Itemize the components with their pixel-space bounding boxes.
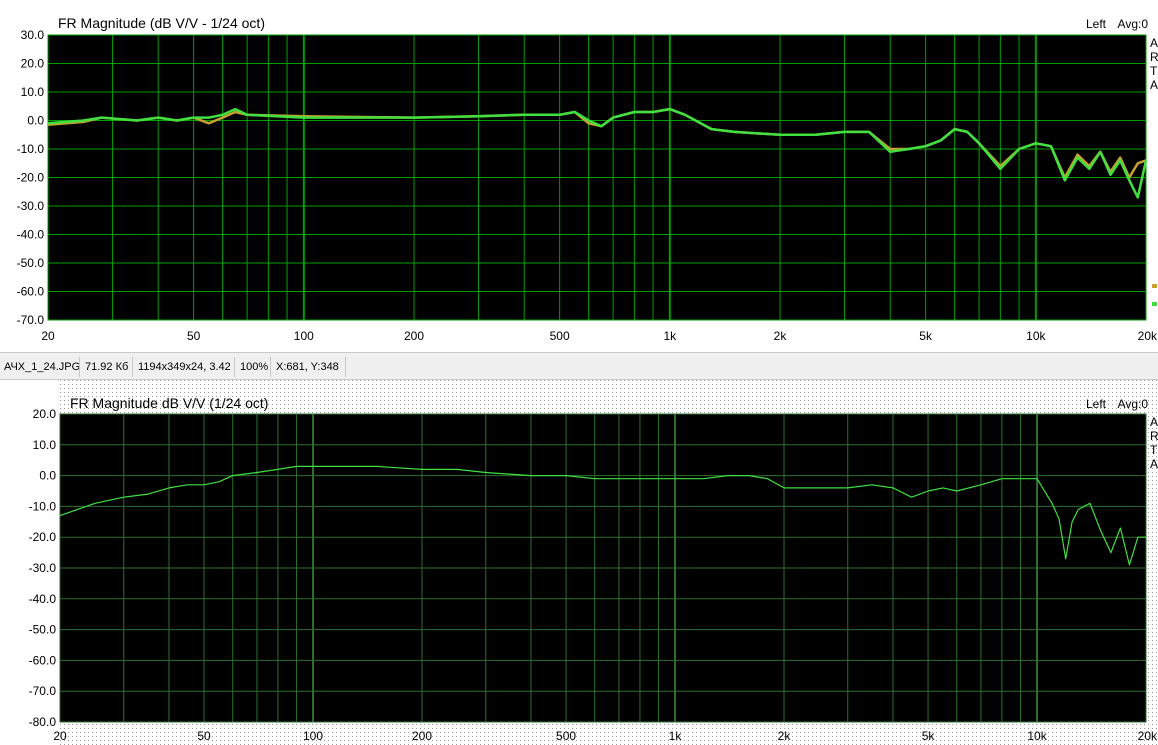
status-filename: АЧХ_1_24.JPG: [4, 361, 81, 373]
x-tick-label: 500: [550, 329, 570, 343]
y-tick-label: 0.0: [27, 114, 44, 128]
legend-edge-letter: R: [1150, 50, 1158, 64]
x-tick-label: 20k: [1138, 329, 1158, 343]
status-separator: [270, 357, 271, 377]
top-chart: 30.0 20.0 10.0 0.0 -10.0 -20.0 -30.0 -40.0 -50.0…: [17, 15, 1158, 343]
y-tick-label: -10.0: [29, 499, 57, 513]
x-tick-label: 200: [412, 729, 432, 743]
x-tick-label: 50: [187, 329, 201, 343]
y-tick-label: -20.0: [17, 171, 45, 185]
legend-marker: [1152, 284, 1157, 288]
y-tick-label: 30.0: [21, 28, 45, 42]
x-tick-label: 5k: [919, 329, 933, 343]
y-tick-label: -60.0: [17, 285, 45, 299]
status-separator: [234, 357, 235, 377]
x-tick-label: 10k: [1027, 729, 1047, 743]
x-tick-label: 1k: [669, 729, 683, 743]
y-tick-label: 20.0: [21, 57, 45, 71]
status-cursor-position: X:681, Y:348: [276, 361, 339, 373]
legend-edge-letter: A: [1150, 415, 1158, 429]
chart-title: FR Magnitude dB V/V (1/24 oct): [70, 395, 268, 411]
y-tick-label: -50.0: [17, 256, 45, 270]
x-tick-label: 50: [197, 729, 211, 743]
y-tick-label: -30.0: [29, 561, 57, 575]
y-tick-label: -10.0: [17, 142, 45, 156]
top-chart-panel: 30.0 20.0 10.0 0.0 -10.0 -20.0 -30.0 -40.0 -50.0…: [0, 0, 1158, 352]
y-tick-label: -50.0: [29, 623, 57, 637]
avg-label: Avg:0: [1118, 17, 1149, 31]
status-dimensions: 1194x349x24, 3.42: [138, 361, 231, 373]
x-tick-label: 20k: [1138, 729, 1158, 743]
y-tick-label: 0.0: [39, 469, 56, 483]
y-tick-label: -70.0: [17, 313, 45, 327]
y-tick-label: -80.0: [29, 715, 57, 729]
legend-edge-letter: T: [1150, 64, 1158, 78]
y-tick-label: -60.0: [29, 653, 57, 667]
avg-label: Avg:0: [1118, 397, 1149, 411]
bottom-chart-panel: 20.0 10.0 0.0 -10.0 -20.0 -30.0 -40.0 -50.0 -60.…: [0, 380, 1158, 745]
channel-label: Left: [1086, 17, 1107, 31]
x-tick-label: 100: [294, 329, 314, 343]
channel-label: Left: [1086, 397, 1107, 411]
x-tick-label: 200: [404, 329, 424, 343]
legend-edge-letter: T: [1150, 443, 1158, 457]
x-tick-label: 10k: [1026, 329, 1046, 343]
x-tick-label: 2k: [774, 329, 788, 343]
x-tick-label: 20: [41, 329, 55, 343]
x-tick-label: 20: [53, 729, 67, 743]
image-viewer-status-bar: АЧХ_1_24.JPG 71.92 Кб 1194x349x24, 3.42 …: [0, 352, 1158, 380]
status-separator: [79, 357, 80, 377]
y-tick-label: 10.0: [33, 438, 57, 452]
legend-edge-letter: A: [1150, 78, 1158, 92]
status-separator: [132, 357, 133, 377]
status-separator: [345, 357, 346, 377]
y-tick-label: 10.0: [21, 85, 45, 99]
y-tick-label: -20.0: [29, 530, 57, 544]
x-tick-label: 2k: [778, 729, 792, 743]
x-tick-label: 500: [556, 729, 576, 743]
x-tick-label: 1k: [663, 329, 677, 343]
y-tick-label: -30.0: [17, 199, 45, 213]
legend-edge-letter: A: [1150, 36, 1158, 50]
x-tick-label: 5k: [922, 729, 936, 743]
legend-marker: [1152, 302, 1157, 306]
y-tick-label: 20.0: [33, 407, 57, 421]
y-tick-label: -40.0: [29, 592, 57, 606]
chart-title: FR Magnitude (dB V/V - 1/24 oct): [58, 15, 265, 31]
y-tick-label: -40.0: [17, 228, 45, 242]
status-zoom: 100%: [240, 361, 269, 373]
x-tick-label: 100: [303, 729, 323, 743]
legend-edge-letter: A: [1150, 457, 1158, 471]
legend-edge-letter: R: [1150, 429, 1158, 443]
status-filesize: 71.92 Кб: [85, 361, 129, 373]
y-tick-label: -70.0: [29, 684, 57, 698]
bottom-chart: 20.0 10.0 0.0 -10.0 -20.0 -30.0 -40.0 -50.0 -60.…: [29, 380, 1158, 745]
